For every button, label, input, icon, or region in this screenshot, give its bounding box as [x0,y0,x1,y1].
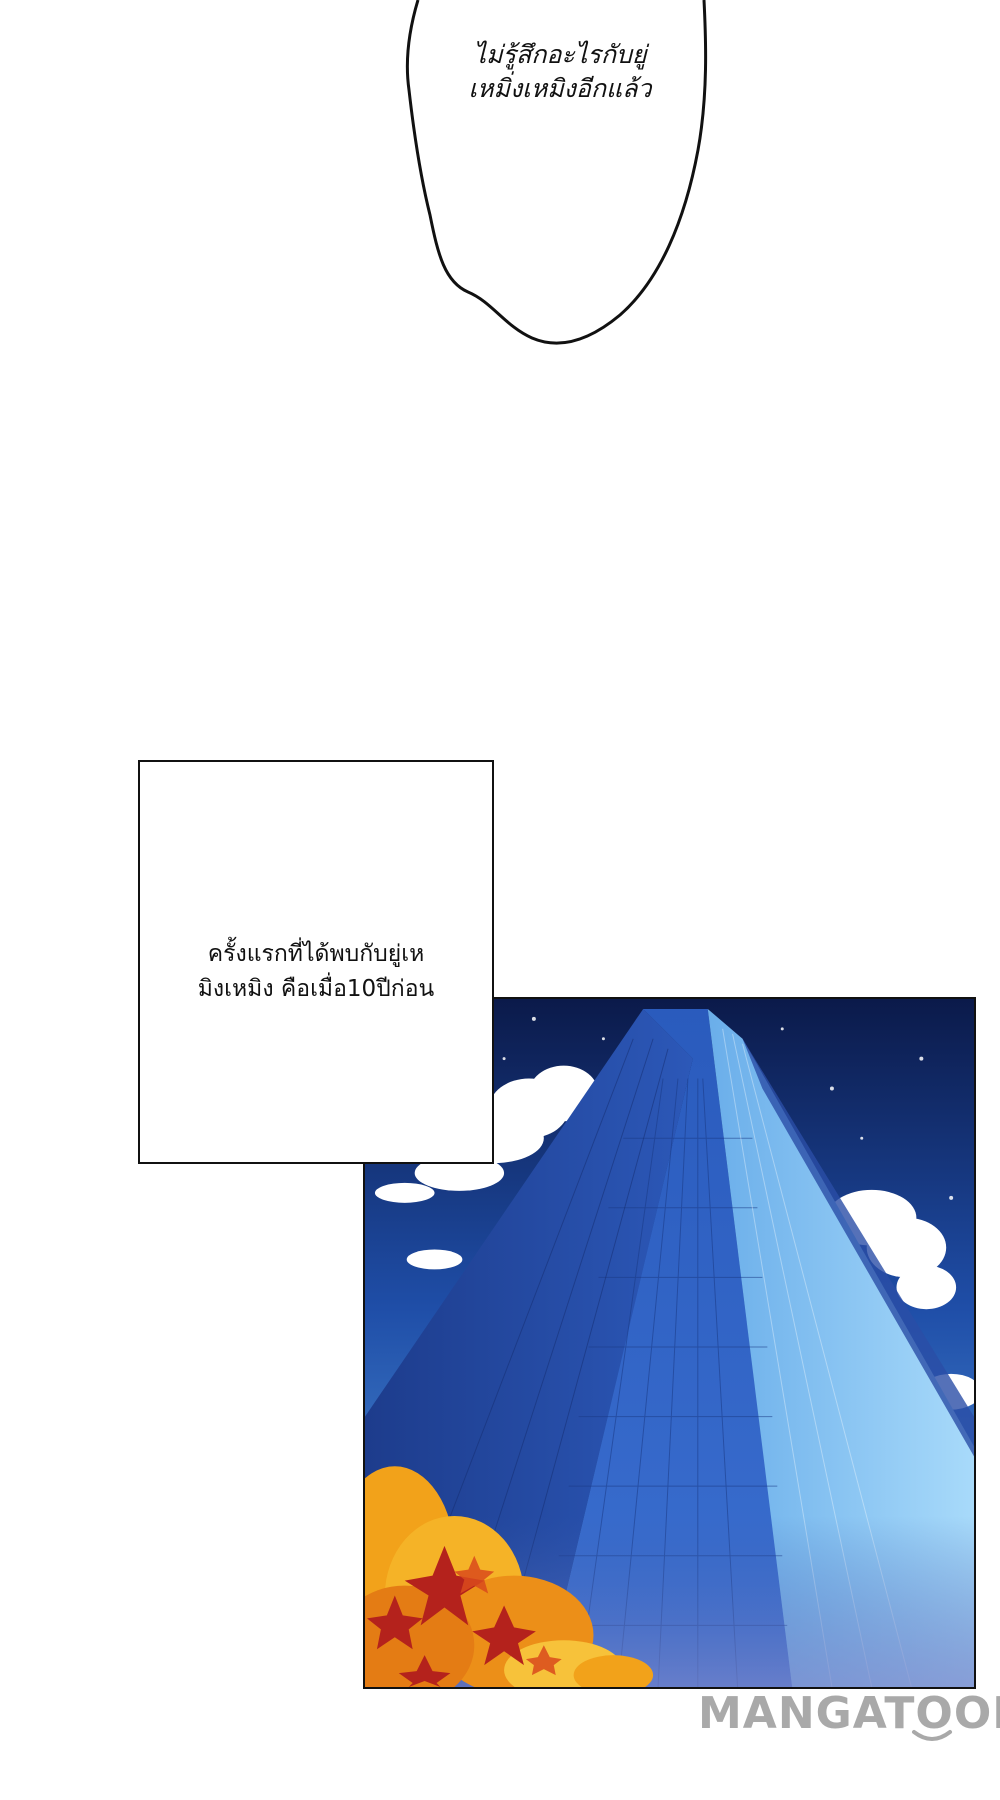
comic-page: ไม่รู้สึกอะไรกับยู่ เหมิ่งเหมิงอีกแล้ว ค… [0,0,1000,1800]
smile-icon [912,1730,952,1741]
speech-text: ไม่รู้สึกอะไรกับยู่ เหมิ่งเหมิงอีกแล้ว [420,38,700,106]
caption-text: ครั้งแรกที่ได้พบกับยู่เห มิงเหมิง คือเมื… [140,937,492,1007]
speech-line: ไม่รู้สึกอะไรกับยู่ [473,40,647,69]
watermark-text: MANGATOON [698,1688,1000,1739]
caption-line: ครั้งแรกที่ได้พบกับยู่เห [207,941,425,967]
speech-line: เหมิ่งเหมิงอีกแล้ว [468,74,652,103]
watermark: MANGATOON [698,1680,1000,1750]
speech-bubble: ไม่รู้สึกอะไรกับยู่ เหมิ่งเหมิงอีกแล้ว [0,0,1000,360]
caption-box: ครั้งแรกที่ได้พบกับยู่เห มิงเหมิง คือเมื… [138,760,494,1164]
caption-line: มิงเหมิง คือเมื่อ10ปีก่อน [197,976,435,1002]
